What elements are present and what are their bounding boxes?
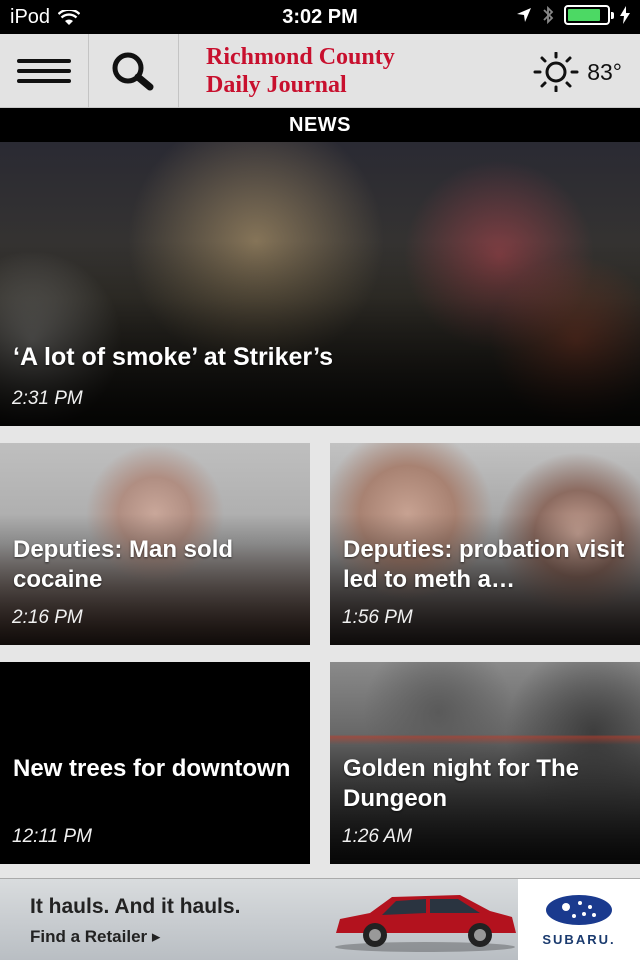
menu-button[interactable] <box>0 34 89 108</box>
ad-cta-link[interactable]: Find a Retailer ▸ <box>30 927 160 947</box>
search-icon <box>112 52 153 91</box>
article-time: 1:56 PM <box>342 607 413 628</box>
article-card-hero[interactable]: ‘A lot of smoke’ at Striker’s 2:31 PM <box>0 142 640 426</box>
site-logo[interactable]: Richmond County Daily Journal <box>206 43 395 99</box>
status-bar: iPod 3:02 PM <box>0 0 640 34</box>
article-title: New trees for downtown <box>13 755 291 782</box>
article-title: Deputies: probation visit led to meth a… <box>343 536 625 593</box>
article-card[interactable]: New trees for downtown 12:11 PM <box>0 662 310 864</box>
ad-headline: It hauls. And it hauls. <box>30 895 241 918</box>
ad-brand-logo: SUBARU. <box>518 879 640 960</box>
logo-line-1: Richmond County <box>206 44 395 70</box>
battery-indicator <box>564 5 614 25</box>
article-time: 1:26 AM <box>342 826 413 847</box>
app-header: Richmond County Daily Journal 83° <box>0 34 640 108</box>
section-title: NEWS <box>0 108 640 142</box>
article-card[interactable]: Golden night for The Dungeon 1:26 AM <box>330 662 640 864</box>
weather-widget[interactable]: 83° <box>533 52 622 92</box>
logo-line-2: Daily Journal <box>206 72 347 98</box>
subaru-logo-icon <box>546 894 612 925</box>
article-time: 2:16 PM <box>12 607 83 628</box>
car-image <box>335 895 516 952</box>
article-card[interactable]: Deputies: Man sold cocaine 2:16 PM <box>0 443 310 645</box>
ad-banner[interactable]: It hauls. And it hauls. Find a Retailer … <box>0 878 640 960</box>
article-title: Deputies: Man sold cocaine <box>13 536 234 593</box>
hamburger-icon <box>17 59 71 83</box>
article-card[interactable]: Deputies: probation visit led to meth a…… <box>330 443 640 645</box>
bluetooth-icon <box>543 5 554 25</box>
sun-icon <box>533 52 579 92</box>
ad-brand-name: SUBARU. <box>542 931 616 947</box>
article-time: 12:11 PM <box>12 826 92 847</box>
location-arrow-icon <box>517 8 531 22</box>
article-time: 2:31 PM <box>12 388 83 409</box>
temperature: 83° <box>587 58 622 85</box>
search-button[interactable] <box>89 34 179 108</box>
article-title: Golden night for The Dungeon <box>343 755 579 812</box>
charging-bolt-icon <box>620 6 630 24</box>
article-title: ‘A lot of smoke’ at Striker’s <box>13 343 334 371</box>
